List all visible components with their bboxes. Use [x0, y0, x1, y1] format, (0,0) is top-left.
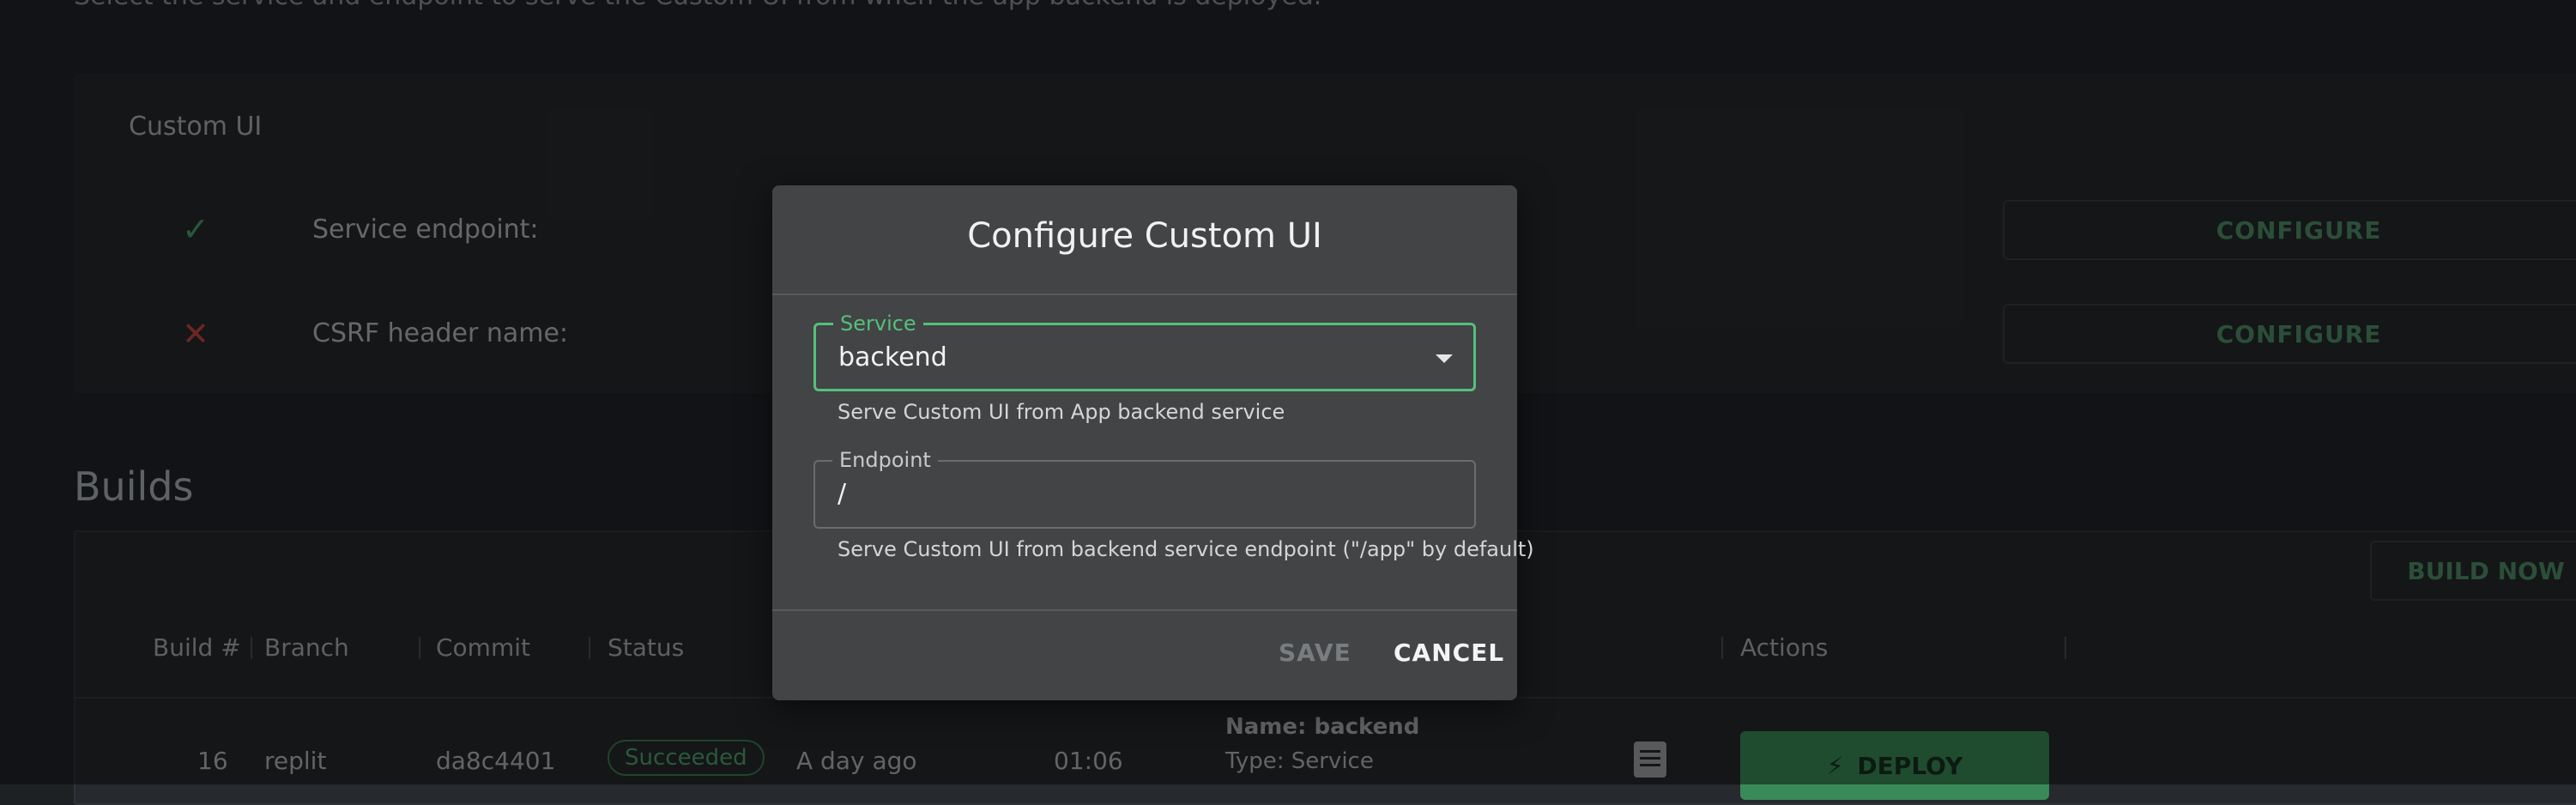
- save-button[interactable]: SAVE: [1279, 639, 1351, 667]
- service-helper-text: Serve Custom UI from App backend service: [838, 400, 1285, 424]
- dialog-divider: [772, 294, 1517, 295]
- endpoint-helper-text: Serve Custom UI from backend service end…: [838, 537, 1534, 561]
- service-select[interactable]: Service backend: [813, 312, 1476, 391]
- cancel-button[interactable]: CANCEL: [1394, 639, 1504, 667]
- dialog-title: Configure Custom UI: [967, 216, 1322, 256]
- configure-custom-ui-dialog: Configure Custom UI Service backend Serv…: [772, 185, 1534, 700]
- endpoint-label: Endpoint: [832, 448, 938, 472]
- endpoint-value: /: [838, 479, 847, 509]
- endpoint-input[interactable]: Endpoint /: [813, 448, 1476, 529]
- service-value: backend: [838, 342, 947, 372]
- dialog-divider: [772, 609, 1517, 611]
- service-label: Service: [833, 312, 923, 336]
- chevron-down-icon[interactable]: [1436, 354, 1453, 363]
